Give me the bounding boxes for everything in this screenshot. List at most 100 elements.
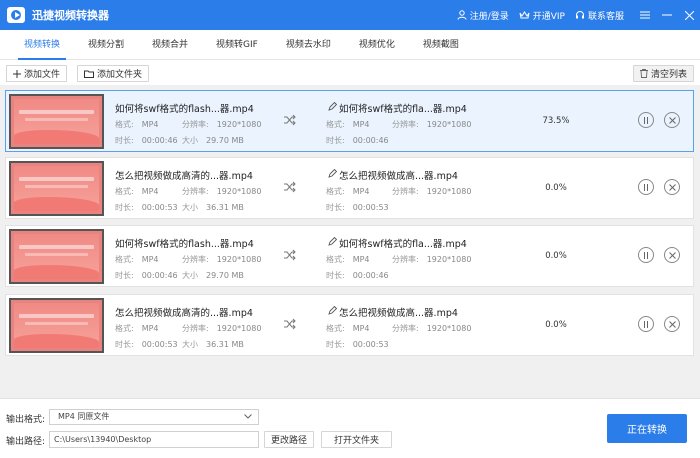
duration-value: 00:00:53 — [141, 340, 178, 349]
output-format: 格式: MP4 — [326, 119, 370, 130]
duration-value: 00:00:46 — [352, 136, 389, 145]
output-duration: 时长: 00:00:53 — [326, 339, 389, 350]
resolution-value: 1920*1080 — [216, 324, 262, 333]
edit-icon[interactable] — [328, 169, 337, 178]
resolution-label: 分辨率: — [182, 120, 209, 129]
support-link[interactable]: 联系客服 — [575, 9, 624, 22]
add-folder-button[interactable]: 添加文件夹 — [77, 65, 150, 82]
format-label: 格式: — [326, 255, 345, 264]
format-value: MP4 — [141, 120, 159, 129]
pause-icon — [644, 183, 648, 191]
tab-video-optimize[interactable]: 视频优化 — [345, 30, 409, 60]
menu-button[interactable] — [634, 0, 656, 30]
resolution-value: 1920*1080 — [216, 187, 262, 196]
duration-label: 时长: — [115, 136, 134, 145]
remove-button[interactable] — [664, 247, 680, 263]
output-file-name[interactable]: 怎么把视频做成高...器.mp4 — [339, 168, 458, 182]
vip-link[interactable]: 开通VIP — [519, 9, 565, 22]
remove-button[interactable] — [664, 179, 680, 195]
output-resolution: 分辨率: 1920*1080 — [392, 323, 471, 334]
tab-video-convert[interactable]: 视频转换 — [10, 30, 74, 60]
pause-button[interactable] — [638, 316, 654, 332]
vip-label: 开通VIP — [532, 11, 565, 22]
duration-label: 时长: — [326, 136, 345, 145]
format-label: 格式: — [115, 324, 134, 333]
change-path-button[interactable]: 更改路径 — [264, 431, 315, 448]
menu-icon — [640, 11, 650, 19]
duration-label: 时长: — [115, 271, 134, 280]
pause-button[interactable] — [638, 179, 654, 195]
pause-button[interactable] — [638, 247, 654, 263]
minimize-button[interactable] — [656, 0, 678, 30]
open-folder-button[interactable]: 打开文件夹 — [321, 431, 393, 448]
file-row[interactable]: 怎么把视频做成高清的...器.mp4 格式: MP4 分辨率: 1920*1080 … — [5, 294, 694, 356]
format-value: MP4 — [352, 120, 370, 129]
size-value: 36.31 MB — [206, 203, 244, 212]
output-resolution: 分辨率: 1920*1080 — [392, 119, 471, 130]
duration-label: 时长: — [115, 340, 134, 349]
thumbnail-text-line — [19, 177, 94, 181]
thumbnail-text-line — [25, 118, 88, 121]
source-resolution: 分辨率: 1920*1080 — [182, 119, 261, 130]
resolution-value: 1920*1080 — [426, 187, 472, 196]
source-format: 格式: MP4 — [115, 323, 159, 334]
add-file-button[interactable]: 添加文件 — [6, 65, 68, 82]
output-duration: 时长: 00:00:46 — [326, 135, 389, 146]
file-row[interactable]: 如何将swf格式的flash...器.mp4 格式: MP4 分辨率: 1920*1… — [5, 90, 694, 152]
output-duration: 时长: 00:00:53 — [326, 202, 389, 213]
edit-icon[interactable] — [328, 306, 337, 315]
resolution-label: 分辨率: — [392, 120, 419, 129]
folder-icon — [84, 70, 94, 78]
size-label: 大小 — [182, 340, 198, 349]
format-label: 格式: — [326, 187, 345, 196]
output-file-name[interactable]: 如何将swf格式的fla...器.mp4 — [339, 236, 467, 250]
output-file-name[interactable]: 如何将swf格式的fla...器.mp4 — [339, 101, 467, 115]
tab-video-merge[interactable]: 视频合并 — [138, 30, 202, 60]
output-path-input[interactable]: C:\Users\13940\Desktop — [49, 431, 259, 448]
tab-remove-watermark[interactable]: 视频去水印 — [272, 30, 345, 60]
source-format: 格式: MP4 — [115, 186, 159, 197]
source-file-name: 如何将swf格式的flash...器.mp4 — [115, 104, 254, 115]
login-link[interactable]: 注册/登录 — [457, 9, 509, 22]
duration-value: 00:00:46 — [141, 271, 178, 280]
file-row[interactable]: 怎么把视频做成高清的...器.mp4 格式: MP4 分辨率: 1920*1080 … — [5, 157, 694, 219]
size-value: 36.31 MB — [206, 340, 244, 349]
size-label: 大小 — [182, 203, 198, 212]
remove-button[interactable] — [664, 316, 680, 332]
shuffle-icon — [284, 318, 296, 330]
close-icon — [668, 183, 676, 191]
edit-icon[interactable] — [328, 102, 337, 111]
start-convert-button[interactable]: 正在转换 — [607, 414, 687, 443]
duration-label: 时长: — [326, 271, 345, 280]
plus-icon — [13, 69, 21, 78]
user-icon — [457, 10, 467, 20]
format-value: MP4 — [352, 187, 370, 196]
pause-button[interactable] — [638, 112, 654, 128]
output-format-select[interactable]: MP4 同原文件 — [49, 409, 259, 425]
resolution-value: 1920*1080 — [426, 255, 472, 264]
close-window-button[interactable] — [678, 0, 700, 30]
format-value: MP4 — [141, 255, 159, 264]
thumbnail-text-line — [25, 185, 88, 188]
source-duration: 时长: 00:00:53 — [115, 202, 178, 213]
tab-video-split[interactable]: 视频分割 — [74, 30, 138, 60]
clear-list-button[interactable]: 清空列表 — [632, 65, 694, 82]
thumbnail-text-line — [19, 110, 94, 114]
tab-video-to-gif[interactable]: 视频转GIF — [202, 30, 272, 60]
thumbnail-hills — [14, 265, 99, 279]
pause-icon — [644, 116, 648, 124]
duration-label: 时长: — [326, 340, 345, 349]
source-duration: 时长: 00:00:53 — [115, 339, 178, 350]
close-icon — [668, 116, 676, 124]
resolution-label: 分辨率: — [392, 324, 419, 333]
tab-video-screenshot[interactable]: 视频截图 — [409, 30, 473, 60]
support-label: 联系客服 — [587, 11, 624, 22]
tab-bar: 视频转换 视频分割 视频合并 视频转GIF 视频去水印 视频优化 视频截图 — [0, 30, 700, 60]
format-label: 格式: — [326, 120, 345, 129]
shuffle-icon — [284, 249, 296, 261]
file-row[interactable]: 如何将swf格式的flash...器.mp4 格式: MP4 分辨率: 1920*1… — [5, 225, 694, 287]
edit-icon[interactable] — [328, 237, 337, 246]
output-file-name[interactable]: 怎么把视频做成高...器.mp4 — [339, 305, 458, 319]
remove-button[interactable] — [664, 112, 680, 128]
headset-icon — [575, 11, 584, 19]
